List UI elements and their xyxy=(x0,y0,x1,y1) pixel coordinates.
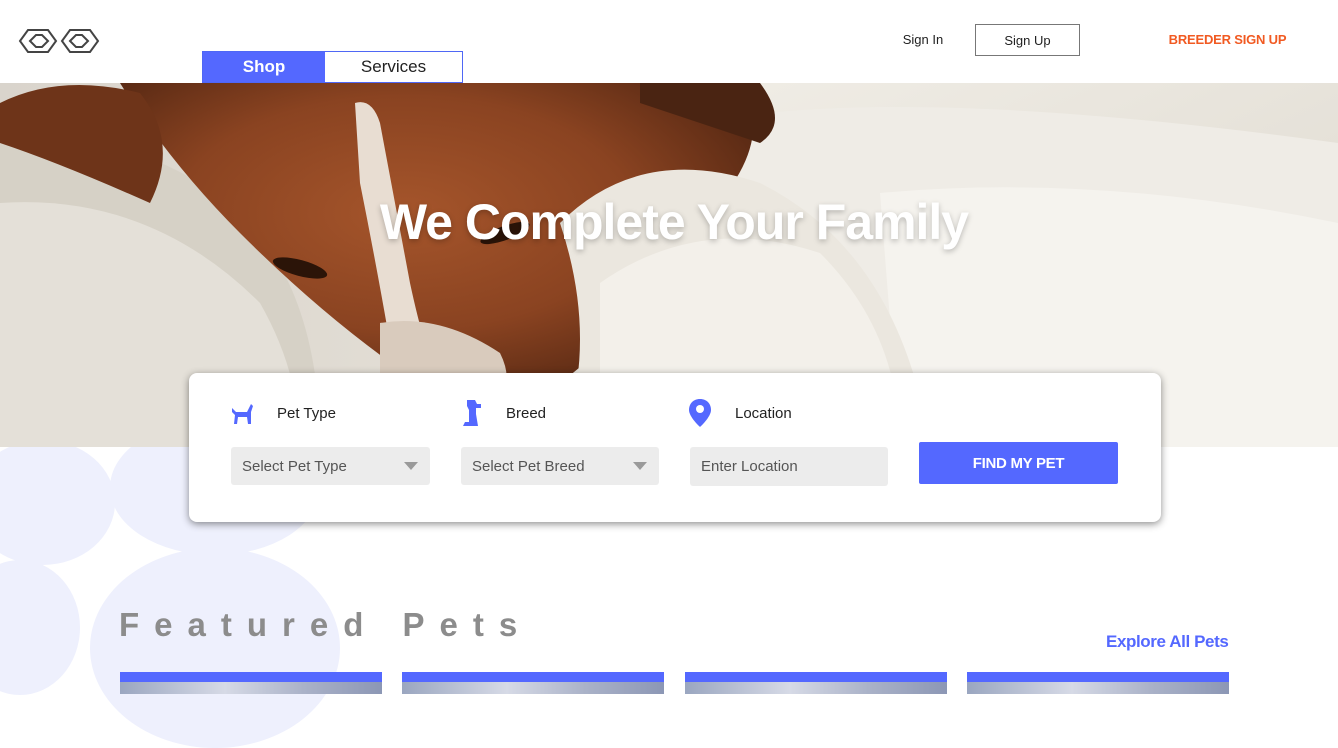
pet-type-value: Select Pet Type xyxy=(242,457,347,475)
sign-up-button[interactable]: Sign Up xyxy=(975,24,1080,56)
tab-shop[interactable]: Shop xyxy=(203,52,325,82)
site-header: Shop Services Sign In Sign Up BREEDER SI… xyxy=(0,0,1338,83)
pet-search-card: Pet Type Select Pet Type Breed Select Pe… xyxy=(189,373,1161,522)
featured-pet-card[interactable] xyxy=(967,672,1229,694)
pet-image xyxy=(685,682,947,694)
pet-type-select[interactable]: Select Pet Type xyxy=(231,447,430,485)
paw-print-decoration xyxy=(0,440,115,565)
pet-image xyxy=(120,682,382,694)
location-input[interactable]: Enter Location xyxy=(690,447,888,486)
sitting-dog-icon xyxy=(463,400,481,426)
breeder-sign-up-link[interactable]: BREEDER SIGN UP xyxy=(1160,32,1295,47)
featured-pet-card[interactable] xyxy=(120,672,382,694)
hero-title: We Complete Your Family xyxy=(379,194,969,250)
location-placeholder: Enter Location xyxy=(701,458,798,475)
featured-pet-card[interactable] xyxy=(402,672,664,694)
explore-all-pets-link[interactable]: Explore All Pets xyxy=(1106,632,1229,652)
location-label: Location xyxy=(735,405,792,422)
find-my-pet-button[interactable]: FIND MY PET xyxy=(919,442,1118,484)
tab-services[interactable]: Services xyxy=(325,52,462,82)
pet-image xyxy=(402,682,664,694)
breed-select[interactable]: Select Pet Breed xyxy=(461,447,659,485)
location-pin-icon xyxy=(689,399,711,427)
chevron-down-icon xyxy=(633,462,647,470)
pet-image xyxy=(967,682,1229,694)
paw-print-decoration xyxy=(0,560,80,695)
paw-print-decoration xyxy=(90,548,340,748)
breed-value: Select Pet Breed xyxy=(472,457,585,475)
nav-tabs: Shop Services xyxy=(202,51,463,83)
featured-pets-title: Featured Pets xyxy=(119,606,533,643)
chevron-down-icon xyxy=(404,462,418,470)
infinity-logo[interactable] xyxy=(18,26,100,56)
breed-label: Breed xyxy=(506,405,547,422)
pet-type-label: Pet Type xyxy=(277,405,336,422)
sign-in-link[interactable]: Sign In xyxy=(893,32,953,47)
dog-icon xyxy=(232,404,253,424)
featured-pet-card[interactable] xyxy=(685,672,947,694)
